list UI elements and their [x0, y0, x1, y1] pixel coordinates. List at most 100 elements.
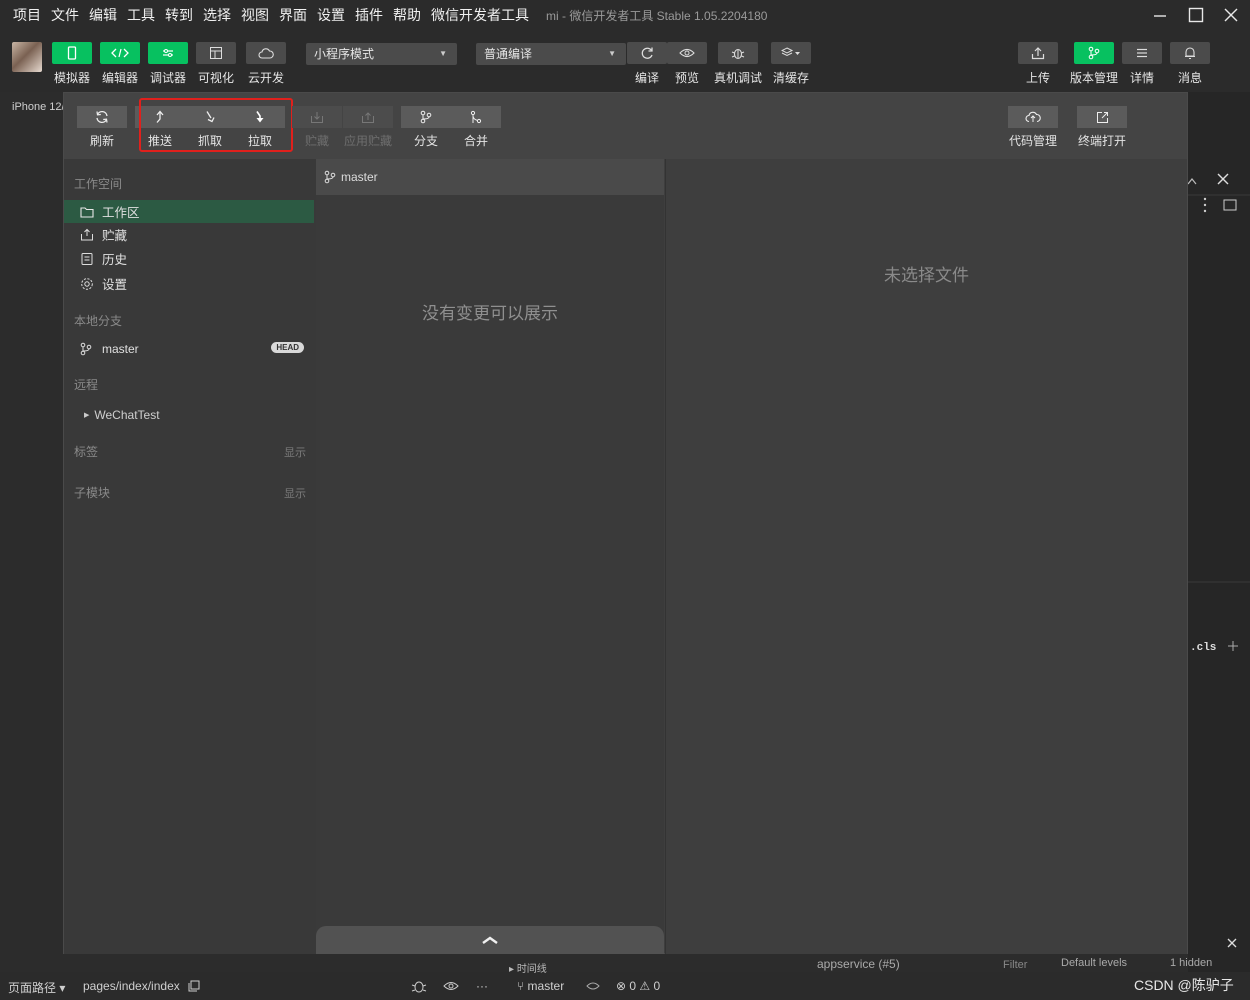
- copy-icon[interactable]: [188, 980, 200, 995]
- submodule-title: 子模块: [74, 486, 111, 500]
- branch-button[interactable]: 分支: [401, 106, 451, 149]
- console-filter-input[interactable]: Filter: [1003, 959, 1027, 971]
- editor-button[interactable]: 编辑器: [100, 42, 140, 86]
- menu-file[interactable]: 文件: [46, 0, 84, 30]
- visual-button[interactable]: 可视化: [196, 42, 236, 86]
- cloud-icon: [246, 42, 286, 64]
- submodule-show-toggle[interactable]: 显示: [284, 485, 306, 501]
- caret-down-icon: ▼: [439, 49, 447, 58]
- sidebar-item-history[interactable]: 历史: [64, 247, 314, 270]
- maximize-icon: [1188, 7, 1204, 23]
- debugger-button[interactable]: 调试器: [148, 42, 188, 86]
- menu-edit[interactable]: 编辑: [84, 0, 122, 30]
- menu-help[interactable]: 帮助: [388, 0, 426, 30]
- upload-button[interactable]: 上传: [1018, 42, 1058, 86]
- page-path-value[interactable]: pages/index/index: [83, 979, 180, 993]
- minimize-icon: [1154, 15, 1166, 17]
- menu-interface[interactable]: 界面: [274, 0, 312, 30]
- cloud-dev-button[interactable]: 云开发: [246, 42, 286, 86]
- simulator-button[interactable]: 模拟器: [52, 42, 92, 86]
- code-icon: [100, 42, 140, 64]
- menu-icon: [1122, 42, 1162, 64]
- close-icon: [1224, 8, 1238, 22]
- sidebar-item-settings[interactable]: 设置: [64, 272, 314, 295]
- remote-item[interactable]: ▶ WeChatTest: [64, 403, 314, 426]
- bug-icon[interactable]: [411, 978, 427, 997]
- minimize-button[interactable]: [1143, 0, 1177, 30]
- menu-project[interactable]: 项目: [8, 0, 46, 30]
- real-device-debug-button[interactable]: 真机调试: [714, 42, 762, 86]
- code-management-button[interactable]: 代码管理: [1008, 106, 1058, 149]
- compile-mode-select[interactable]: 普通编译 ▼: [476, 43, 626, 65]
- merge-button[interactable]: 合并: [451, 106, 501, 149]
- tags-title: 标签: [74, 445, 99, 459]
- mode-select[interactable]: 小程序模式 ▼: [306, 43, 457, 65]
- git-branch-status[interactable]: ⑂ master: [517, 979, 564, 993]
- compile-button[interactable]: 编译: [627, 42, 667, 86]
- stash-icon: [292, 106, 342, 128]
- messages-button[interactable]: 消息: [1170, 42, 1210, 86]
- console-context-select[interactable]: appservice (#5): [817, 957, 900, 971]
- branch-icon: [401, 106, 451, 128]
- status-bar: 页面路径 ▾ pages/index/index ··· ▸ 时间线 ⑂ mas…: [0, 957, 1250, 1000]
- caret-right-icon: ▶: [84, 411, 90, 419]
- local-branch-item[interactable]: master HEAD: [64, 337, 314, 360]
- avatar[interactable]: [12, 42, 42, 72]
- local-branch-title: 本地分支: [74, 314, 123, 328]
- close-window-button[interactable]: [1214, 0, 1248, 30]
- clear-cache-button[interactable]: 清缓存: [771, 42, 811, 86]
- menu-settings[interactable]: 设置: [312, 0, 350, 30]
- workspace-title: 工作空间: [74, 177, 123, 191]
- device-label[interactable]: iPhone 12/: [12, 101, 65, 113]
- refresh-icon: [77, 106, 127, 128]
- bug-icon: [718, 42, 758, 64]
- problems-status[interactable]: ⊗ 0 ⚠ 0: [616, 979, 660, 993]
- current-branch-bar[interactable]: master: [316, 159, 664, 195]
- refresh-button[interactable]: 刷新: [77, 106, 127, 149]
- menu-select[interactable]: 选择: [198, 0, 236, 30]
- remote-title: 远程: [74, 378, 99, 392]
- debug-sliders-icon: [148, 42, 188, 64]
- sync-icon[interactable]: [586, 980, 600, 994]
- more-icon[interactable]: ···: [476, 979, 488, 993]
- chevron-up-icon: [482, 936, 498, 944]
- page-path-label[interactable]: 页面路径 ▾: [8, 979, 65, 996]
- apply-stash-icon: [343, 106, 393, 128]
- sidebar-item-stash[interactable]: 贮藏: [64, 223, 314, 246]
- menu-goto[interactable]: 转到: [160, 0, 198, 30]
- preview-button[interactable]: 预览: [667, 42, 707, 86]
- menu-tools[interactable]: 工具: [122, 0, 160, 30]
- console-levels-select[interactable]: Default levels: [1061, 957, 1127, 969]
- watermark: CSDN @陈驴子: [1134, 977, 1234, 993]
- highlight-box: [139, 98, 293, 152]
- version-sidebar: 工作空间 工作区 贮藏 历史 设置 本地分支 master HEAD 远程 ▶ …: [64, 159, 316, 954]
- menu-wechat-devtools[interactable]: 微信开发者工具: [426, 0, 534, 30]
- expand-panel-button[interactable]: [316, 926, 664, 954]
- history-icon: [80, 252, 102, 266]
- bell-icon: [1170, 42, 1210, 64]
- open-terminal-button[interactable]: 终端打开: [1077, 106, 1127, 149]
- head-badge: HEAD: [271, 342, 304, 353]
- details-button[interactable]: 详情: [1122, 42, 1162, 86]
- sidebar-item-workspace[interactable]: 工作区: [64, 200, 314, 223]
- eye-icon[interactable]: [443, 980, 459, 994]
- branch-icon: [80, 342, 102, 356]
- stash-button[interactable]: 贮藏: [292, 106, 342, 149]
- caret-down-icon: ▼: [608, 49, 616, 58]
- tags-show-toggle[interactable]: 显示: [284, 444, 306, 460]
- background-devtools-panel: .cls: [1187, 92, 1250, 972]
- svg-text:.cls: .cls: [1190, 642, 1216, 654]
- eye-icon: [667, 42, 707, 64]
- apply-stash-button[interactable]: 应用贮藏: [343, 106, 393, 149]
- external-link-icon: [1077, 106, 1127, 128]
- version-management-button[interactable]: 版本管理: [1070, 42, 1118, 86]
- menu-view[interactable]: 视图: [236, 0, 274, 30]
- merge-icon: [451, 106, 501, 128]
- timeline-tab[interactable]: ▸ 时间线: [509, 960, 547, 975]
- window-title: mi - 微信开发者工具 Stable 1.05.2204180: [546, 8, 768, 23]
- menu-plugins[interactable]: 插件: [350, 0, 388, 30]
- version-toolbar: 刷新 推送 抓取 拉取 贮藏 应用贮藏 分支 合并 代码管理 终端打开: [64, 93, 1187, 159]
- folder-icon: [80, 206, 102, 218]
- maximize-button[interactable]: [1179, 0, 1213, 30]
- file-diff-pane: 未选择文件: [665, 159, 1187, 954]
